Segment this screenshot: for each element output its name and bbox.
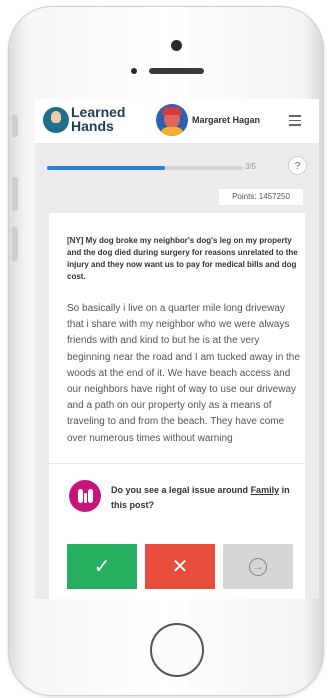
home-button[interactable] <box>150 623 204 677</box>
points-badge: Points: 1457250 <box>219 189 303 205</box>
progress-bar-fill <box>47 166 165 170</box>
checkmark-icon: ✓ <box>93 556 111 578</box>
post-title: [NY] My dog broke my neighbor's dog's le… <box>67 236 298 281</box>
progress-count: 3/5 <box>245 162 257 171</box>
volume-down-button <box>12 227 18 261</box>
topic-link-family[interactable]: Family <box>251 485 280 495</box>
post-card: [NY] My dog broke my neighbor's dog's le… <box>49 213 305 599</box>
yes-button[interactable]: ✓ <box>67 544 137 589</box>
user-name[interactable]: Margaret Hagan <box>192 115 260 125</box>
hamburger-menu-icon[interactable] <box>289 115 301 126</box>
help-button[interactable]: ? <box>288 156 307 175</box>
arrow-right-icon: → <box>249 557 267 576</box>
question-prompt: Do you see a legal issue around Family i… <box>111 483 291 513</box>
family-icon <box>69 480 101 512</box>
close-icon: ✕ <box>171 556 189 578</box>
question-prefix: Do you see a legal issue around <box>111 485 249 495</box>
app-screen: Learned Hands Margaret Hagan 3/5 ? Point… <box>35 99 319 599</box>
progress-bar <box>47 166 243 170</box>
user-avatar[interactable] <box>156 104 188 136</box>
front-camera <box>171 40 182 51</box>
sensor <box>131 68 137 74</box>
app-logo-text: Learned Hands <box>71 104 126 134</box>
mute-switch <box>12 115 18 137</box>
post-body: So basically i live on a quarter mile lo… <box>67 303 300 444</box>
no-button[interactable]: ✕ <box>145 544 215 589</box>
divider <box>49 463 305 464</box>
learned-hands-logo-icon <box>43 107 69 133</box>
volume-up-button <box>12 177 18 211</box>
phone-frame: Learned Hands Margaret Hagan 3/5 ? Point… <box>8 6 324 696</box>
app-header: Learned Hands Margaret Hagan <box>35 99 319 143</box>
earpiece-speaker <box>149 68 204 74</box>
skip-button[interactable]: → <box>223 544 293 589</box>
